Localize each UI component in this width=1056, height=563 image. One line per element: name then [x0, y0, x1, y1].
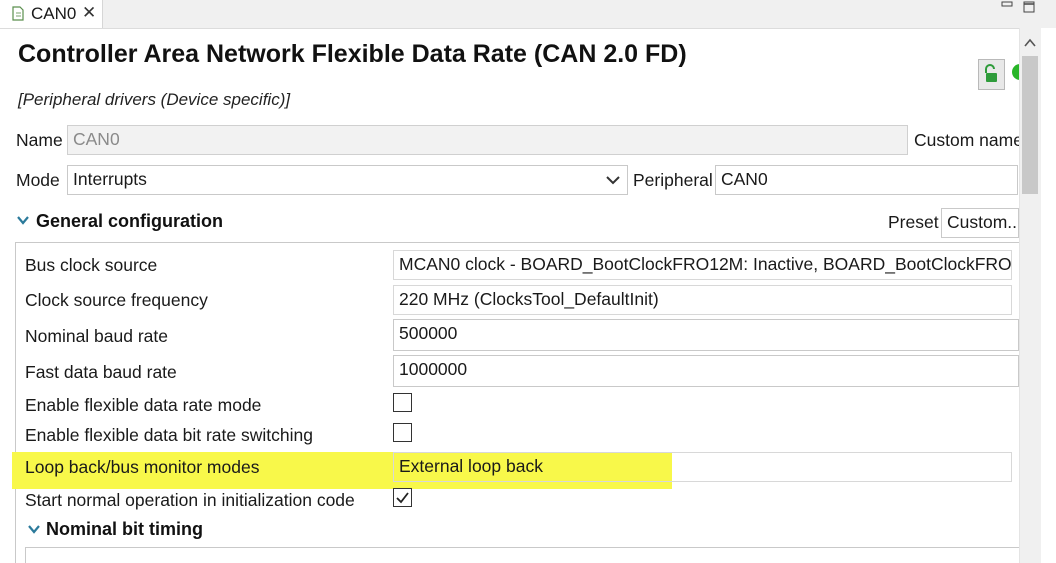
scrollbar-thumb[interactable] — [1022, 56, 1038, 194]
clock-source-frequency-field[interactable]: 220 MHz (ClocksTool_DefaultInit) — [393, 285, 1012, 315]
peripheral-field[interactable]: CAN0 — [715, 165, 1018, 195]
maximize-icon[interactable] — [1022, 0, 1036, 14]
chevron-down-icon[interactable] — [28, 523, 40, 535]
preset-select[interactable]: Custom... — [941, 208, 1019, 238]
start-normal-operation-checkbox[interactable] — [393, 488, 412, 507]
unlock-icon — [985, 64, 997, 82]
fast-data-baud-rate-label: Fast data baud rate — [25, 362, 177, 382]
chevron-down-icon[interactable] — [17, 214, 29, 226]
page-subtitle: [Peripheral drivers (Device specific)] — [18, 90, 291, 109]
minimize-icon[interactable] — [1000, 0, 1014, 12]
tab-label: CAN0 — [31, 4, 77, 23]
name-field[interactable]: CAN0 — [67, 125, 908, 155]
page-title: Controller Area Network Flexible Data Ra… — [18, 40, 687, 68]
chevron-down-icon[interactable] — [603, 168, 623, 192]
scroll-up-icon[interactable] — [1024, 38, 1036, 48]
loop-back-mode-field[interactable]: External loop back — [393, 452, 1012, 482]
fast-data-baud-rate-field[interactable]: 1000000 — [393, 355, 1019, 387]
editor-tab-bar — [0, 0, 1056, 29]
enable-brs-label: Enable flexible data bit rate switching — [25, 425, 313, 445]
name-label: Name — [16, 130, 63, 150]
lock-button[interactable] — [978, 59, 1005, 90]
enable-fd-mode-checkbox[interactable] — [393, 393, 412, 412]
checkmark-icon — [396, 492, 409, 504]
nominal-baud-rate-field[interactable]: 500000 — [393, 319, 1019, 351]
section-general-configuration[interactable]: General configuration — [36, 211, 223, 232]
right-margin — [1041, 28, 1056, 563]
mode-label: Mode — [16, 170, 60, 190]
peripheral-label: Peripheral — [633, 170, 713, 190]
mode-select[interactable]: Interrupts — [67, 165, 628, 195]
document-icon — [12, 6, 24, 21]
close-icon[interactable]: ✕ — [82, 3, 96, 23]
tab-can0[interactable]: CAN0 ✕ — [0, 0, 103, 28]
custom-name-label: Custom name — [914, 130, 1023, 150]
bus-clock-source-label: Bus clock source — [25, 255, 158, 275]
enable-fd-mode-label: Enable flexible data rate mode — [25, 395, 262, 415]
section-nominal-bit-timing[interactable]: Nominal bit timing — [46, 519, 203, 540]
clock-source-frequency-label: Clock source frequency — [25, 290, 208, 310]
enable-brs-checkbox[interactable] — [393, 423, 412, 442]
nominal-bit-timing-group — [25, 547, 1019, 563]
bus-clock-source-field[interactable]: MCAN0 clock - BOARD_BootClockFRO12M: Ina… — [393, 250, 1012, 280]
loop-back-mode-label: Loop back/bus monitor modes — [25, 457, 260, 477]
preset-label: Preset — [888, 212, 939, 232]
start-normal-operation-label: Start normal operation in initialization… — [25, 490, 355, 510]
nominal-baud-rate-label: Nominal baud rate — [25, 326, 168, 346]
